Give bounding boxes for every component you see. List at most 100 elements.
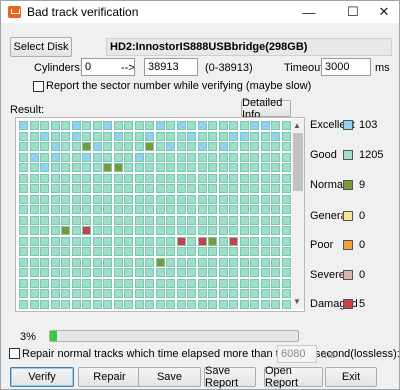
track-cell[interactable] — [93, 279, 102, 288]
track-cell[interactable] — [30, 268, 39, 277]
track-cell[interactable] — [93, 142, 102, 151]
track-cell[interactable] — [51, 268, 60, 277]
track-cell[interactable] — [282, 226, 291, 235]
track-cell[interactable] — [124, 258, 133, 267]
track-cell[interactable] — [30, 300, 39, 309]
track-cell[interactable] — [135, 279, 144, 288]
track-cell[interactable] — [198, 121, 207, 130]
track-cell[interactable] — [240, 195, 249, 204]
track-cell[interactable] — [124, 289, 133, 298]
track-cell[interactable] — [261, 237, 270, 246]
track-cell[interactable] — [187, 268, 196, 277]
track-cell[interactable] — [40, 153, 49, 162]
track-cell[interactable] — [177, 247, 186, 256]
track-cell[interactable] — [135, 142, 144, 151]
track-cell[interactable] — [61, 163, 70, 172]
track-cell[interactable] — [40, 258, 49, 267]
save-button[interactable]: Save — [138, 367, 201, 387]
track-cell[interactable] — [82, 300, 91, 309]
track-cell[interactable] — [166, 300, 175, 309]
track-cell[interactable] — [166, 174, 175, 183]
track-cell[interactable] — [30, 258, 39, 267]
track-cell[interactable] — [114, 268, 123, 277]
track-cell[interactable] — [82, 184, 91, 193]
track-cell[interactable] — [51, 153, 60, 162]
track-cell[interactable] — [177, 163, 186, 172]
track-cell[interactable] — [271, 153, 280, 162]
track-cell[interactable] — [208, 226, 217, 235]
track-cell[interactable] — [93, 268, 102, 277]
track-cell[interactable] — [72, 205, 81, 214]
track-cell[interactable] — [40, 132, 49, 141]
track-cell[interactable] — [82, 216, 91, 225]
track-cell[interactable] — [219, 174, 228, 183]
track-cell[interactable] — [282, 205, 291, 214]
track-cell[interactable] — [135, 258, 144, 267]
track-cell[interactable] — [30, 132, 39, 141]
track-cell[interactable] — [40, 247, 49, 256]
track-cell[interactable] — [114, 142, 123, 151]
track-cell[interactable] — [208, 279, 217, 288]
track-cell[interactable] — [114, 174, 123, 183]
track-cell[interactable] — [145, 279, 154, 288]
track-cell[interactable] — [124, 121, 133, 130]
track-cell[interactable] — [187, 121, 196, 130]
track-cell[interactable] — [261, 195, 270, 204]
track-cell[interactable] — [124, 184, 133, 193]
track-cell[interactable] — [51, 247, 60, 256]
track-cell[interactable] — [30, 184, 39, 193]
close-button[interactable]: ✕ — [369, 1, 399, 23]
track-cell[interactable] — [250, 184, 259, 193]
track-cell[interactable] — [177, 258, 186, 267]
track-cell[interactable] — [30, 195, 39, 204]
track-cell[interactable] — [72, 289, 81, 298]
track-cell[interactable] — [124, 216, 133, 225]
track-cell[interactable] — [282, 132, 291, 141]
track-cell[interactable] — [261, 279, 270, 288]
track-cell[interactable] — [177, 174, 186, 183]
track-cell[interactable] — [271, 205, 280, 214]
track-cell[interactable] — [124, 163, 133, 172]
track-cell[interactable] — [177, 300, 186, 309]
track-cell[interactable] — [229, 121, 238, 130]
track-cell[interactable] — [135, 153, 144, 162]
track-cell[interactable] — [250, 258, 259, 267]
track-cell[interactable] — [93, 132, 102, 141]
track-cell[interactable] — [177, 205, 186, 214]
track-cell[interactable] — [282, 216, 291, 225]
track-cell[interactable] — [82, 279, 91, 288]
repair-threshold-input[interactable]: 6080 — [277, 345, 317, 363]
track-cell[interactable] — [114, 205, 123, 214]
detailed-info-button[interactable]: Detailed Info — [241, 97, 291, 121]
track-cell[interactable] — [145, 184, 154, 193]
track-cell[interactable] — [30, 174, 39, 183]
track-cell[interactable] — [261, 121, 270, 130]
track-cell[interactable] — [30, 216, 39, 225]
track-cell[interactable] — [156, 184, 165, 193]
track-cell[interactable] — [135, 247, 144, 256]
track-cell[interactable] — [166, 163, 175, 172]
track-cell[interactable] — [271, 289, 280, 298]
track-cell[interactable] — [40, 226, 49, 235]
track-cell[interactable] — [103, 300, 112, 309]
track-cell[interactable] — [187, 258, 196, 267]
track-cell[interactable] — [82, 153, 91, 162]
track-cell[interactable] — [30, 226, 39, 235]
track-cell[interactable] — [187, 153, 196, 162]
track-cell[interactable] — [187, 163, 196, 172]
track-cell[interactable] — [166, 184, 175, 193]
track-cell[interactable] — [61, 142, 70, 151]
track-cell[interactable] — [282, 258, 291, 267]
track-cell[interactable] — [40, 163, 49, 172]
track-cell[interactable] — [261, 247, 270, 256]
track-cell[interactable] — [135, 289, 144, 298]
track-cell[interactable] — [30, 163, 39, 172]
track-cell[interactable] — [261, 163, 270, 172]
maximize-button[interactable]: ☐ — [338, 1, 368, 23]
track-cell[interactable] — [240, 226, 249, 235]
track-cell[interactable] — [219, 121, 228, 130]
track-cell[interactable] — [177, 237, 186, 246]
track-cell[interactable] — [114, 289, 123, 298]
track-cell[interactable] — [166, 247, 175, 256]
track-cell[interactable] — [135, 195, 144, 204]
